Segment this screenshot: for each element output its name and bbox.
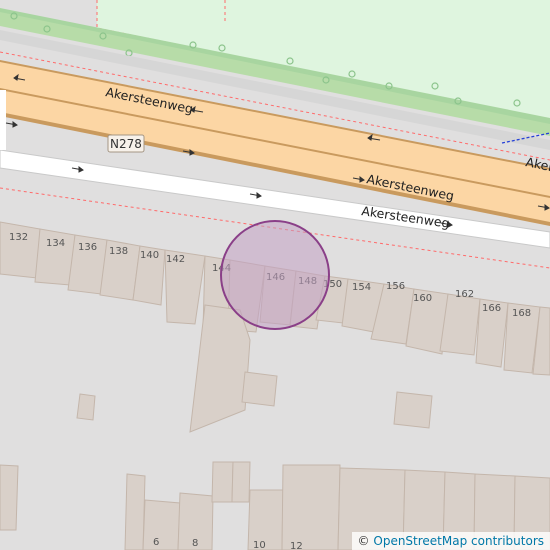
house-number: 162 — [455, 289, 474, 300]
road-connector — [0, 90, 6, 150]
location-marker[interactable] — [220, 220, 330, 330]
house-number: 154 — [352, 282, 371, 293]
house-number: 168 — [512, 308, 531, 319]
svg-text:N278: N278 — [110, 137, 142, 151]
house-number: 6 — [153, 537, 159, 548]
house-number: 12 — [290, 541, 303, 550]
house-number: 132 — [9, 232, 28, 243]
house-number: 10 — [253, 540, 266, 550]
house-number: 160 — [413, 293, 432, 304]
house-number: 156 — [386, 281, 405, 292]
house-number: 136 — [78, 242, 97, 253]
route-shield-n278: N278 — [107, 134, 145, 153]
house-number: 138 — [109, 246, 128, 257]
map-view[interactable]: Akersteenweg Akersteenweg Akersteenweg A… — [0, 0, 550, 550]
copyright-symbol: © — [357, 534, 370, 548]
house-number: 142 — [166, 254, 185, 265]
house-number: 8 — [192, 538, 198, 549]
house-number: 134 — [46, 238, 65, 249]
house-number: 140 — [140, 250, 159, 261]
map-attribution: © OpenStreetMap contributors — [351, 532, 550, 550]
openstreetmap-link[interactable]: OpenStreetMap contributors — [373, 534, 544, 548]
house-number: 166 — [482, 303, 501, 314]
map-canvas[interactable]: Akersteenweg Akersteenweg Akersteenweg A… — [0, 0, 550, 550]
